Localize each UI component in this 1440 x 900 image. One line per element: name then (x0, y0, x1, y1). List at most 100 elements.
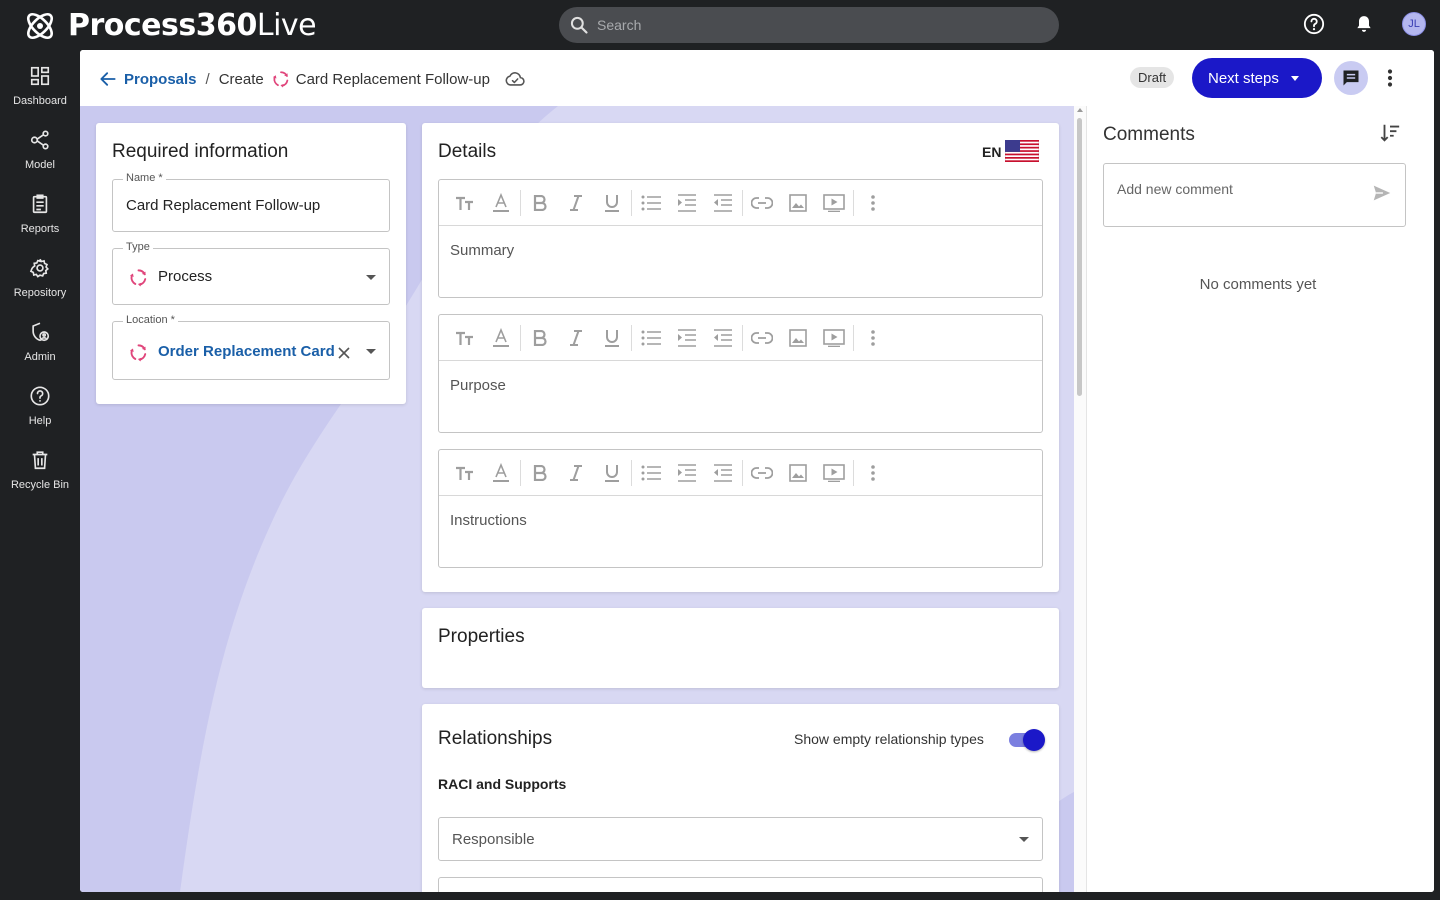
toolbar-divider (520, 459, 521, 486)
comments-title: Comments (1103, 124, 1195, 145)
outdent-icon[interactable] (705, 188, 741, 218)
image-icon[interactable] (780, 458, 816, 488)
toolbar-divider (853, 324, 854, 351)
caret-down-icon (1290, 75, 1299, 81)
sidebar-item-label: Admin (24, 351, 56, 363)
app-logo[interactable]: Process360Live (22, 8, 317, 43)
arrow-left-icon[interactable] (98, 69, 118, 89)
properties-title: Properties (438, 626, 525, 647)
sidebar-item-help[interactable]: Help (0, 370, 80, 434)
next-steps-button[interactable]: Next steps (1192, 58, 1322, 98)
video-icon[interactable] (816, 188, 852, 218)
location-link[interactable]: Order Replacement Card (158, 343, 335, 360)
more-vertical-icon[interactable] (855, 323, 891, 353)
name-field-label: Name * (123, 172, 166, 184)
outdent-icon[interactable] (705, 323, 741, 353)
italic-icon[interactable] (558, 323, 594, 353)
bold-icon[interactable] (522, 458, 558, 488)
sort-icon[interactable] (1379, 122, 1401, 144)
bullet-list-icon[interactable] (633, 323, 669, 353)
next-relationship-select[interactable] (438, 877, 1043, 892)
summary-editor[interactable]: Summary (438, 179, 1043, 298)
bold-icon[interactable] (522, 323, 558, 353)
sidebar-item-label: Help (28, 415, 52, 427)
sidebar-item-dashboard[interactable]: Dashboard (0, 50, 80, 114)
video-icon[interactable] (816, 323, 852, 353)
scroll-up-arrow[interactable] (1077, 108, 1083, 112)
more-options-button[interactable] (1380, 66, 1400, 90)
comments-toggle-button[interactable] (1334, 61, 1368, 95)
purpose-editor[interactable]: Purpose (438, 314, 1043, 433)
toolbar-divider (631, 189, 632, 216)
send-icon[interactable] (1371, 182, 1393, 204)
comments-panel: Comments Add new comment No comments yet (1086, 106, 1428, 892)
bell-icon (1357, 16, 1371, 32)
us-flag-icon[interactable] (1005, 140, 1039, 162)
text-size-icon[interactable] (447, 323, 483, 353)
responsible-select[interactable]: Responsible (438, 817, 1043, 861)
model-icon (30, 130, 49, 150)
trash-icon (32, 451, 48, 470)
underline-icon[interactable] (594, 323, 630, 353)
more-vertical-icon[interactable] (855, 188, 891, 218)
instructions-editor[interactable]: Instructions (438, 449, 1043, 568)
underline-icon[interactable] (594, 188, 630, 218)
sidebar-item-label: Recycle Bin (10, 479, 70, 491)
search-input[interactable] (597, 17, 1037, 33)
more-vertical-icon[interactable] (855, 458, 891, 488)
text-color-icon[interactable] (483, 458, 519, 488)
scrollbar-thumb[interactable] (1077, 118, 1082, 396)
toolbar-divider (742, 324, 743, 351)
raci-section-title: RACI and Supports (438, 776, 567, 792)
link-icon[interactable] (744, 323, 780, 353)
link-icon[interactable] (744, 188, 780, 218)
text-size-icon[interactable] (447, 188, 483, 218)
user-avatar[interactable]: JL (1402, 12, 1426, 36)
help-button[interactable] (1302, 12, 1326, 36)
bullet-list-icon[interactable] (633, 188, 669, 218)
sidebar-item-reports[interactable]: Reports (0, 178, 80, 242)
text-size-icon[interactable] (447, 458, 483, 488)
image-icon[interactable] (780, 323, 816, 353)
help-icon (30, 386, 50, 406)
notifications-button[interactable] (1352, 12, 1376, 36)
editor-toolbar (439, 180, 1042, 226)
sidebar-item-repository[interactable]: Repository (0, 242, 80, 306)
breadcrumb-item-title: Card Replacement Follow-up (295, 70, 490, 88)
bullet-list-icon[interactable] (633, 458, 669, 488)
text-color-icon[interactable] (483, 188, 519, 218)
sidebar-item-recycle-bin[interactable]: Recycle Bin (0, 434, 80, 498)
video-icon[interactable] (816, 458, 852, 488)
details-card: Details EN Summary Purpose Instructions (422, 123, 1059, 592)
dropdown-arrow-icon[interactable] (366, 349, 376, 354)
bold-icon[interactable] (522, 188, 558, 218)
content-area: Required information Name * Card Replace… (80, 106, 1086, 892)
type-select[interactable]: Type Process (112, 241, 390, 305)
show-empty-types-toggle[interactable] (1007, 728, 1045, 751)
language-code[interactable]: EN (982, 144, 1001, 160)
properties-card: Properties (422, 608, 1059, 688)
content-scrollbar[interactable] (1074, 106, 1086, 892)
sidebar-item-admin[interactable]: Admin (0, 306, 80, 370)
sidebar-item-model[interactable]: Model (0, 114, 80, 178)
toolbar-divider (520, 324, 521, 351)
italic-icon[interactable] (558, 188, 594, 218)
italic-icon[interactable] (558, 458, 594, 488)
new-comment-input[interactable]: Add new comment (1103, 163, 1406, 227)
image-icon[interactable] (780, 188, 816, 218)
name-field[interactable]: Name * Card Replacement Follow-up (112, 172, 390, 232)
editor-toolbar (439, 315, 1042, 361)
breadcrumb-proposals-link[interactable]: Proposals (124, 71, 197, 88)
editor-placeholder: Summary (450, 242, 515, 259)
location-select[interactable]: Location * Order Replacement Card (112, 314, 390, 380)
underline-icon[interactable] (594, 458, 630, 488)
clear-icon[interactable] (337, 346, 351, 360)
outdent-icon[interactable] (705, 458, 741, 488)
indent-icon[interactable] (669, 458, 705, 488)
indent-icon[interactable] (669, 188, 705, 218)
text-color-icon[interactable] (483, 323, 519, 353)
indent-icon[interactable] (669, 323, 705, 353)
search-bar[interactable] (559, 7, 1059, 43)
link-icon[interactable] (744, 458, 780, 488)
toggle-knob (1023, 729, 1045, 751)
